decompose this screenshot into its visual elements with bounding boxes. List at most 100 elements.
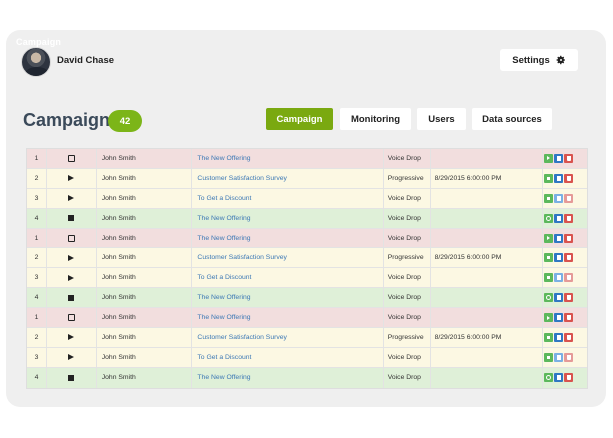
campaign-type: Voice Drop [384, 308, 431, 328]
campaign-link[interactable]: The New Offering [192, 149, 384, 168]
stop-button[interactable] [544, 332, 554, 342]
play-icon[interactable] [68, 195, 75, 202]
start-button[interactable] [544, 313, 554, 323]
status-cell [47, 248, 97, 268]
table-row[interactable]: 4 John Smith The New Offering Voice Drop [27, 367, 587, 388]
report-button[interactable] [554, 173, 564, 183]
table-row[interactable]: 1 John Smith The New Offering Voice Drop [27, 149, 587, 169]
delete-button[interactable] [564, 373, 574, 383]
campaign-link[interactable]: The New Offering [192, 208, 384, 228]
report-button[interactable] [554, 273, 564, 283]
delete-button[interactable] [564, 273, 574, 283]
delete-button[interactable] [564, 332, 574, 342]
campaign-link[interactable]: Customer Satisfaction Survey [192, 168, 384, 188]
play-icon[interactable] [68, 334, 75, 341]
table-row[interactable]: 2 John Smith Customer Satisfaction Surve… [27, 168, 587, 189]
report-button[interactable] [554, 213, 564, 223]
table-row[interactable]: 1 John Smith The New Offering Voice Drop [27, 228, 587, 249]
campaign-type: Voice Drop [384, 188, 431, 208]
row-number: 2 [27, 248, 47, 268]
campaign-link[interactable]: The New Offering [192, 288, 384, 308]
campaign-type: Progressive [384, 168, 431, 188]
report-button[interactable] [554, 373, 564, 383]
tab-users[interactable]: Users [417, 108, 466, 130]
table-row[interactable]: 2 John Smith Customer Satisfaction Surve… [27, 328, 587, 348]
campaign-date [431, 308, 544, 328]
table-row[interactable]: 4 John Smith The New Offering Voice Drop [27, 208, 587, 229]
settings-button[interactable]: Settings [500, 49, 578, 71]
start-button[interactable] [544, 233, 554, 243]
play-icon[interactable] [68, 354, 75, 361]
delete-button[interactable] [564, 313, 574, 323]
table-row[interactable]: 4 John Smith The New Offering Voice Drop [27, 288, 587, 309]
campaign-link[interactable]: Customer Satisfaction Survey [192, 248, 384, 268]
campaign-link[interactable]: The New Offering [192, 308, 384, 328]
play-icon[interactable] [68, 254, 75, 261]
campaign-date: 8/29/2015 6:00:00 PM [431, 168, 544, 188]
campaign-type: Voice Drop [384, 347, 431, 367]
campaign-link[interactable]: To Get a Discount [192, 188, 384, 208]
report-button[interactable] [554, 293, 564, 303]
status-cell [47, 268, 97, 288]
table-row[interactable]: 3 John Smith To Get a Discount Voice Dro… [27, 347, 587, 368]
campaign-date [431, 367, 544, 388]
stop-button[interactable] [544, 352, 554, 362]
owner-name: John Smith [97, 208, 193, 228]
delete-button[interactable] [564, 173, 574, 183]
delete-button[interactable] [564, 253, 574, 263]
status-cell [47, 367, 97, 388]
delete-button[interactable] [564, 193, 574, 203]
table-row[interactable]: 3 John Smith To Get a Discount Voice Dro… [27, 188, 587, 209]
status-cell [47, 228, 97, 248]
status-cell [47, 149, 97, 168]
stop-button[interactable] [544, 273, 554, 283]
campaign-type: Voice Drop [384, 268, 431, 288]
edit-icon[interactable] [67, 154, 75, 162]
stop-button[interactable] [544, 193, 554, 203]
stop-button[interactable] [544, 173, 554, 183]
start-button[interactable] [544, 153, 554, 163]
campaign-link[interactable]: Customer Satisfaction Survey [192, 328, 384, 347]
tab-monitoring[interactable]: Monitoring [340, 108, 411, 130]
campaign-date [431, 188, 544, 208]
owner-name: John Smith [97, 308, 193, 328]
campaign-link[interactable]: To Get a Discount [192, 268, 384, 288]
delete-button[interactable] [564, 153, 574, 163]
report-button[interactable] [554, 153, 564, 163]
table-row[interactable]: 2 John Smith Customer Satisfaction Surve… [27, 248, 587, 269]
stop-icon[interactable] [68, 374, 75, 381]
report-button[interactable] [554, 332, 564, 342]
delete-button[interactable] [564, 293, 574, 303]
owner-name: John Smith [97, 328, 193, 347]
report-button[interactable] [554, 253, 564, 263]
tab-campaign[interactable]: Campaign [266, 108, 333, 130]
campaign-link[interactable]: The New Offering [192, 228, 384, 248]
report-button[interactable] [554, 233, 564, 243]
stop-icon[interactable] [68, 215, 75, 222]
campaign-link[interactable]: The New Offering [192, 367, 384, 388]
row-actions [543, 268, 587, 287]
campaign-link[interactable]: To Get a Discount [192, 347, 384, 367]
report-button[interactable] [554, 352, 564, 362]
schedule-button[interactable] [544, 373, 554, 383]
schedule-button[interactable] [544, 213, 554, 223]
report-button[interactable] [554, 313, 564, 323]
count-badge: 42 [108, 110, 142, 132]
edit-icon[interactable] [67, 314, 75, 322]
play-icon[interactable] [68, 175, 75, 182]
delete-button[interactable] [564, 233, 574, 243]
edit-icon[interactable] [67, 234, 75, 242]
schedule-button[interactable] [544, 293, 554, 303]
table-row[interactable]: 1 John Smith The New Offering Voice Drop [27, 308, 587, 329]
stop-button[interactable] [544, 253, 554, 263]
tab-data-sources[interactable]: Data sources [472, 108, 552, 130]
play-icon[interactable] [68, 274, 75, 281]
user-name[interactable]: David Chase [57, 55, 114, 66]
row-number: 3 [27, 347, 47, 367]
delete-button[interactable] [564, 213, 574, 223]
stop-icon[interactable] [68, 294, 75, 301]
avatar[interactable] [21, 47, 51, 77]
report-button[interactable] [554, 193, 564, 203]
delete-button[interactable] [564, 352, 574, 362]
table-row[interactable]: 3 John Smith To Get a Discount Voice Dro… [27, 268, 587, 289]
